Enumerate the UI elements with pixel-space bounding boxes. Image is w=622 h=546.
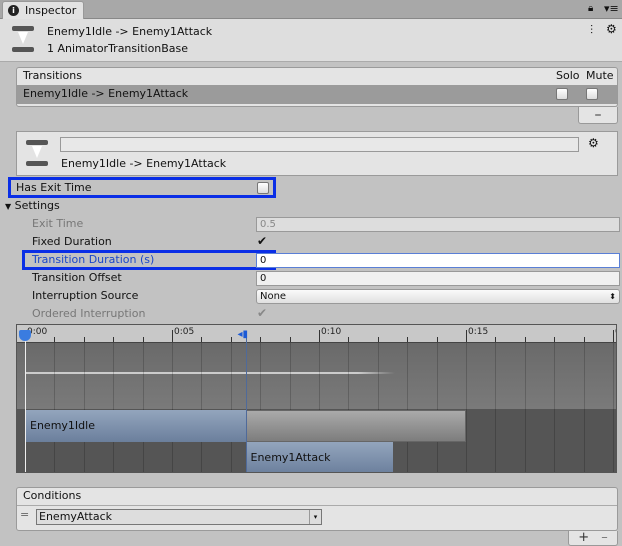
add-condition-button[interactable]: + xyxy=(578,530,589,545)
ruler-tick-label: 0:20 xyxy=(615,327,616,337)
tab-inspector[interactable]: i Inspector xyxy=(2,1,84,19)
transition-duration-field[interactable]: 0 xyxy=(256,253,620,268)
ruler-tick xyxy=(436,337,438,342)
dest-state-bar[interactable]: Enemy1Attack xyxy=(245,442,393,472)
transition-duration-label: Transition Duration (s) xyxy=(32,253,155,266)
conditions-list: Conditions = EnemyAttack ▾ xyxy=(16,487,618,531)
grid-line xyxy=(436,343,438,472)
ruler-tick xyxy=(113,337,115,342)
remove-condition-button[interactable]: – xyxy=(601,530,608,545)
grid-line xyxy=(83,343,85,472)
grid-line xyxy=(230,343,232,472)
settings-foldout[interactable]: ▼ Settings xyxy=(5,198,60,215)
menu-icon[interactable]: ▾≡ xyxy=(604,2,619,15)
grid-line xyxy=(142,343,144,472)
ruler-tick xyxy=(260,337,262,342)
transition-icon xyxy=(26,140,48,166)
transition-timeline[interactable]: 0:000:050:100:150:20 Enemy1Idle Enemy1At… xyxy=(16,324,617,473)
interruption-source-label: Interruption Source xyxy=(32,289,139,302)
tab-bar: i Inspector 🔒︎ ▾≡ xyxy=(0,0,622,19)
drag-handle-icon[interactable]: = xyxy=(20,508,29,521)
gear-icon[interactable]: ⚙ xyxy=(588,136,599,150)
ruler-tick xyxy=(172,330,173,342)
ruler-tick xyxy=(377,337,379,342)
header-subtitle: 1 AnimatorTransitionBase xyxy=(47,42,189,55)
interruption-source-dropdown[interactable]: None ⬍ xyxy=(256,289,620,304)
weight-curve xyxy=(25,372,395,374)
ruler-tick xyxy=(348,337,350,342)
ruler-tick xyxy=(142,337,144,342)
preset-icon[interactable]: ⫶ xyxy=(590,23,593,38)
grid-line xyxy=(407,343,409,472)
has-exit-time-checkbox[interactable] xyxy=(257,182,269,194)
ruler-tick xyxy=(583,337,585,342)
mute-checkbox[interactable] xyxy=(586,88,598,100)
grid-line xyxy=(583,343,585,472)
transition-panel: Enemy1Idle -> Enemy1Attack ⚙ xyxy=(16,131,618,176)
ruler-tick xyxy=(319,330,320,342)
fixed-duration-checkbox[interactable]: ✔ xyxy=(257,234,267,248)
ruler-tick xyxy=(201,337,203,342)
transitions-header: Transitions xyxy=(23,69,82,82)
transition-icon xyxy=(12,26,34,52)
header-title: Enemy1Idle -> Enemy1Attack xyxy=(47,25,213,38)
ordered-interruption-checkbox: ✔ xyxy=(257,306,268,320)
ordered-interruption-label: Ordered Interruption xyxy=(32,307,146,320)
transition-handle-icon[interactable]: ◂▮ xyxy=(238,329,249,340)
ruler-tick xyxy=(554,337,556,342)
playhead-line xyxy=(25,335,26,472)
transition-start-line xyxy=(245,333,247,472)
ruler-tick-label: 0:15 xyxy=(468,327,489,337)
ruler-tick xyxy=(407,337,409,342)
ruler-tick xyxy=(524,337,526,342)
condition-parameter-dropdown[interactable]: EnemyAttack ▾ xyxy=(36,509,322,525)
grid-line xyxy=(113,343,115,472)
transitions-list: Transitions Solo Mute Enemy1Idle -> Enem… xyxy=(16,67,618,107)
lock-icon[interactable]: 🔒︎ xyxy=(588,3,593,14)
grid-line xyxy=(172,343,173,472)
ruler-tick xyxy=(230,337,232,342)
ruler-tick-label: 0:10 xyxy=(321,327,342,337)
remove-transition-button[interactable]: – xyxy=(578,107,618,124)
info-icon: i xyxy=(8,5,19,16)
has-exit-time-label: Has Exit Time xyxy=(16,181,92,194)
grid-line xyxy=(524,343,526,472)
solo-header: Solo xyxy=(556,69,580,82)
timeline-curve-area xyxy=(17,343,616,409)
mute-header: Mute xyxy=(586,69,614,82)
ruler-tick xyxy=(613,330,614,342)
grid-line xyxy=(54,343,56,472)
transition-offset-label: Transition Offset xyxy=(32,271,122,284)
dropdown-arrow-icon: ⬍ xyxy=(609,292,616,301)
grid-line xyxy=(613,343,614,472)
grid-line xyxy=(466,343,467,472)
ruler-tick-label: 0:05 xyxy=(174,327,195,337)
gear-icon[interactable]: ⚙ xyxy=(606,22,617,36)
transition-name-input[interactable] xyxy=(60,137,579,152)
transition-row[interactable]: Enemy1Idle -> Enemy1Attack xyxy=(17,85,617,104)
ruler-tick xyxy=(495,337,497,342)
ruler-tick xyxy=(83,337,85,342)
source-state-bar[interactable]: Enemy1Idle xyxy=(25,410,246,442)
timeline-ruler[interactable]: 0:000:050:100:150:20 xyxy=(17,325,616,343)
condition-buttons: + – xyxy=(568,531,618,546)
transition-label: Enemy1Idle -> Enemy1Attack xyxy=(61,157,227,170)
grid-line xyxy=(495,343,497,472)
solo-checkbox[interactable] xyxy=(556,88,568,100)
exit-time-label: Exit Time xyxy=(32,217,84,230)
inspector-header: Enemy1Idle -> Enemy1Attack 1 AnimatorTra… xyxy=(0,19,622,62)
exit-time-field: 0.5 xyxy=(256,217,620,232)
fixed-duration-label: Fixed Duration xyxy=(32,235,112,248)
conditions-header: Conditions xyxy=(23,489,82,502)
transition-offset-field[interactable]: 0 xyxy=(256,271,620,286)
source-state-extension xyxy=(245,410,466,442)
triangle-down-icon: ▼ xyxy=(5,202,12,211)
ruler-tick xyxy=(289,337,291,342)
grid-line xyxy=(201,343,203,472)
ruler-tick xyxy=(466,330,467,342)
grid-line xyxy=(554,343,556,472)
ruler-tick xyxy=(54,337,56,342)
dropdown-arrow-icon: ▾ xyxy=(309,510,321,524)
